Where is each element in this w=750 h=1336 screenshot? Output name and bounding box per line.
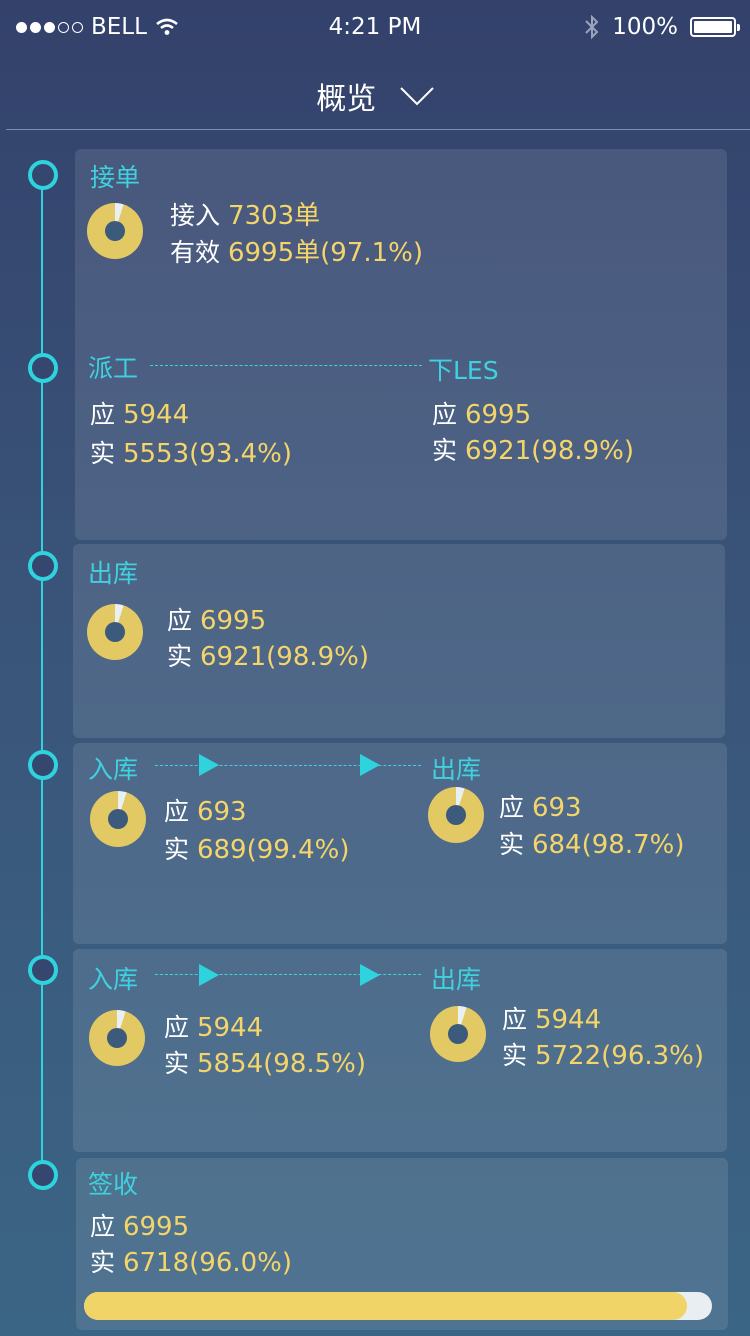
should-row: 应 693 [499, 793, 582, 823]
actual-row: 实 6718(96.0%) [90, 1248, 293, 1278]
actual-row: 实 5553(93.4%) [90, 439, 293, 469]
dashed-connector [155, 765, 421, 766]
section-title: 派工 [88, 354, 139, 383]
received-row: 接入 7303单 [170, 201, 321, 231]
donut-chart [89, 1010, 145, 1066]
timeline-node [28, 955, 58, 985]
donut-chart [87, 203, 143, 259]
section-title: 入库 [88, 965, 139, 994]
sign-progress-bar [84, 1292, 712, 1320]
status-bar: BELL 4:21 PM 100% [0, 0, 750, 54]
donut-chart [90, 791, 146, 847]
dashed-connector [150, 365, 422, 366]
arrow-right-icon [360, 964, 380, 986]
section-title: 入库 [88, 755, 139, 784]
should-row: 应 6995 [432, 400, 532, 430]
section-title: 下LES [428, 356, 499, 385]
donut-chart [428, 787, 484, 843]
should-row: 应 6995 [167, 606, 267, 636]
section-title: 接单 [90, 163, 141, 192]
overview-dropdown[interactable]: 概览 [0, 74, 750, 118]
actual-row: 实 6921(98.9%) [432, 436, 635, 466]
nav-bar: 概览 [0, 54, 750, 130]
timeline-node [28, 1160, 58, 1190]
arrow-right-icon [199, 964, 219, 986]
donut-chart [430, 1006, 486, 1062]
section-title: 签收 [88, 1170, 139, 1199]
nav-divider [6, 129, 750, 130]
should-row: 应 693 [164, 797, 247, 827]
valid-row: 有效 6995单(97.1%) [170, 238, 424, 268]
timeline-node [28, 750, 58, 780]
arrow-right-icon [360, 754, 380, 776]
should-row: 应 6995 [90, 1212, 190, 1242]
should-row: 应 5944 [164, 1013, 264, 1043]
timeline-node [28, 551, 58, 581]
actual-row: 实 689(99.4%) [164, 835, 350, 865]
page-title: 概览 [316, 82, 377, 117]
should-row: 应 5944 [90, 400, 190, 430]
timeline-line [41, 172, 43, 1172]
status-right: 100% [584, 14, 740, 40]
donut-chart [87, 604, 143, 660]
actual-row: 实 5722(96.3%) [502, 1041, 705, 1071]
section-title: 出库 [431, 755, 482, 784]
dashed-connector [155, 974, 421, 975]
should-row: 应 5944 [502, 1005, 602, 1035]
actual-row: 实 6921(98.9%) [167, 642, 370, 672]
battery-icon [690, 17, 740, 37]
bluetooth-icon [585, 14, 599, 40]
chevron-down-icon [400, 87, 434, 106]
timeline-node [28, 160, 58, 190]
section-title: 出库 [88, 559, 139, 588]
progress-fill [84, 1292, 687, 1320]
battery-percent: 100% [612, 14, 678, 40]
actual-row: 实 5854(98.5%) [164, 1049, 367, 1079]
section-title: 出库 [431, 965, 482, 994]
timeline-node [28, 353, 58, 383]
arrow-right-icon [199, 754, 219, 776]
actual-row: 实 684(98.7%) [499, 830, 685, 860]
